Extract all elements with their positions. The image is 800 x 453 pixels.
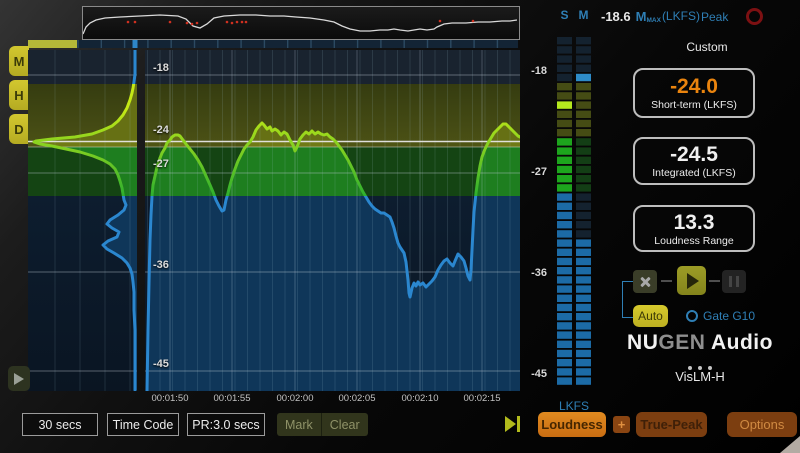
mark-button[interactable]: Mark	[277, 418, 321, 432]
history-play-button[interactable]	[8, 366, 30, 391]
time-label: 00:01:55	[202, 393, 262, 404]
product-name: VisLM-H	[620, 369, 780, 384]
tab-distribution-label: D	[14, 122, 23, 137]
graph-y-label: -18	[153, 62, 169, 74]
time-label: 00:02:05	[327, 393, 387, 404]
options-button[interactable]: Options	[727, 412, 797, 437]
meter-unit-label: LKFS	[546, 399, 602, 413]
transport-link-bracket	[622, 281, 633, 318]
play-button[interactable]	[677, 266, 706, 295]
x-icon	[639, 276, 651, 288]
graph-y-label: -24	[153, 124, 169, 136]
mmax-readout: -18.6 M MAX (LKFS)	[601, 9, 700, 24]
loudness-meters	[555, 35, 595, 391]
mmax-unit: (LKFS)	[662, 9, 700, 23]
mmax-value: -18.6	[601, 9, 631, 24]
nugen-audio-logo: NUGEN Audio	[620, 331, 780, 355]
skip-to-end-button[interactable]	[505, 416, 520, 432]
pause-button[interactable]	[722, 270, 746, 293]
gate-radio-circle[interactable]	[686, 310, 698, 322]
play-arrow-icon	[14, 373, 24, 385]
pr-button[interactable]: PR:3.0 secs	[187, 413, 265, 436]
mark-clear-group: Mark Clear	[277, 413, 368, 436]
tab-distribution[interactable]: D	[9, 114, 29, 144]
short-term-readout: -24.0 Short-term (LKFS)	[633, 68, 755, 118]
tab-momentary[interactable]: M	[9, 46, 29, 76]
peak-indicator-ring[interactable]	[746, 8, 763, 25]
play-icon	[687, 273, 699, 289]
meter-tick-label: -36	[521, 267, 547, 279]
graph-y-label: -45	[153, 358, 169, 370]
meter-s-label: S	[557, 8, 572, 22]
window-length-button[interactable]: 30 secs	[22, 413, 98, 436]
reset-button[interactable]	[633, 270, 657, 293]
time-label: 00:02:10	[390, 393, 450, 404]
time-label: 00:02:15	[452, 393, 512, 404]
meter-m-label: M	[576, 8, 591, 22]
loudness-range-label: Loudness Range	[654, 235, 733, 247]
loudness-range-readout: 13.3 Loudness Range	[633, 205, 755, 252]
true-peak-mode-button[interactable]: True-Peak	[636, 412, 707, 437]
transport-dash	[709, 280, 720, 282]
gate-label[interactable]: Gate G10	[703, 309, 755, 323]
graph-y-label: -27	[153, 158, 169, 170]
tab-history[interactable]: H	[9, 80, 29, 110]
time-label: 00:01:50	[140, 393, 200, 404]
pause-icon	[729, 276, 732, 287]
auto-button[interactable]: Auto	[633, 305, 668, 327]
skip-to-end-icon	[505, 416, 516, 432]
integrated-value: -24.5	[670, 143, 718, 166]
loudness-history-graph[interactable]	[145, 50, 520, 391]
timecode-button[interactable]: Time Code	[107, 413, 179, 436]
tab-momentary-label: M	[14, 54, 25, 69]
meter-tick-label: -18	[521, 65, 547, 77]
loudness-mode-button[interactable]: Loudness	[538, 412, 606, 437]
loudness-history-overview[interactable]	[82, 6, 520, 40]
peak-label: Peak	[701, 10, 728, 24]
loudness-range-value: 13.3	[674, 211, 715, 234]
loudness-distribution-histogram[interactable]	[28, 50, 137, 391]
preset-name: Custom	[657, 40, 757, 54]
plus-button[interactable]: +	[613, 416, 630, 433]
mmax-m: M	[636, 9, 647, 24]
meter-tick-label: -27	[521, 166, 547, 178]
mmax-subscript: MAX	[646, 17, 660, 24]
short-term-label: Short-term (LKFS)	[651, 99, 737, 111]
time-label: 00:02:00	[265, 393, 325, 404]
overview-waveform	[83, 7, 517, 37]
integrated-readout: -24.5 Integrated (LKFS)	[633, 137, 755, 185]
overview-position-bar[interactable]	[28, 40, 520, 48]
tab-history-label: H	[14, 88, 23, 103]
meter-tick-label: -45	[521, 368, 547, 380]
short-term-value: -24.0	[670, 75, 718, 98]
integrated-label: Integrated (LKFS)	[652, 167, 735, 179]
clear-button[interactable]: Clear	[322, 418, 368, 432]
transport-dash	[661, 280, 672, 282]
auto-label: Auto	[638, 309, 663, 323]
resize-grip[interactable]	[780, 436, 800, 453]
graph-y-label: -36	[153, 259, 169, 271]
